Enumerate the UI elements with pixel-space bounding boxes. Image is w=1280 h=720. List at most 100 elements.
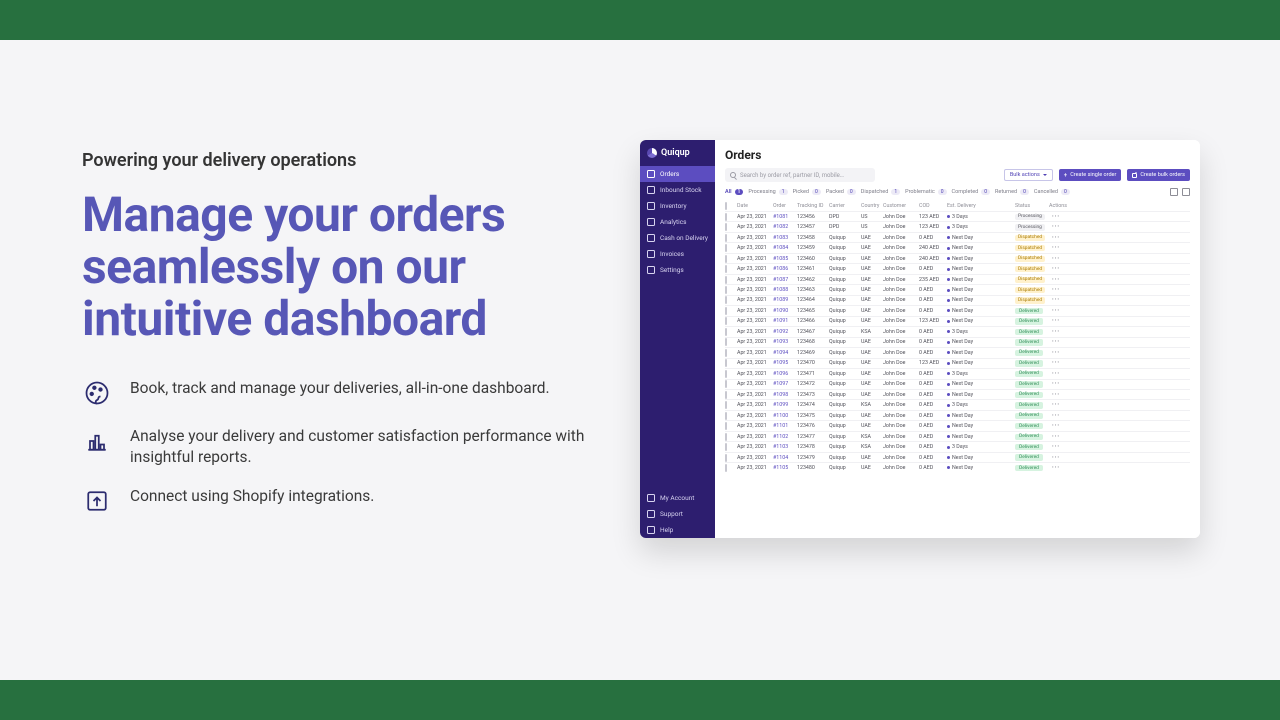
table-row[interactable]: Apr 23, 2021#1101123476QuiqupUAEJohn Doe… — [725, 420, 1190, 430]
cell-order[interactable]: #1103 — [773, 444, 795, 450]
table-row[interactable]: Apr 23, 2021#1083123458QuiqupUAEJohn Doe… — [725, 232, 1190, 242]
tab-picked[interactable]: Picked0 — [793, 189, 821, 195]
row-actions[interactable]: ••• — [1049, 224, 1063, 230]
table-row[interactable]: Apr 23, 2021#1093123468QuiqupUAEJohn Doe… — [725, 337, 1190, 347]
cell-order[interactable]: #1099 — [773, 402, 795, 408]
tab-all[interactable]: All1 — [725, 189, 743, 195]
cell-order[interactable]: #1086 — [773, 266, 795, 272]
row-actions[interactable]: ••• — [1049, 277, 1063, 283]
cell-order[interactable]: #1100 — [773, 413, 795, 419]
cell-order[interactable]: #1088 — [773, 287, 795, 293]
checkbox[interactable] — [725, 401, 727, 409]
filter-icon[interactable] — [1182, 188, 1190, 196]
tab-problematic[interactable]: Problematic0 — [905, 189, 946, 195]
checkbox[interactable] — [725, 307, 727, 315]
sidebar-item-orders[interactable]: Orders — [640, 166, 715, 182]
cell-order[interactable]: #1105 — [773, 465, 795, 471]
row-actions[interactable]: ••• — [1049, 444, 1063, 450]
row-actions[interactable]: ••• — [1049, 392, 1063, 398]
sidebar-item-my-account[interactable]: My Account — [640, 490, 715, 506]
table-row[interactable]: Apr 23, 2021#1098123473QuiqupUAEJohn Doe… — [725, 389, 1190, 399]
row-actions[interactable]: ••• — [1049, 318, 1063, 324]
checkbox[interactable] — [725, 443, 727, 451]
row-actions[interactable]: ••• — [1049, 455, 1063, 461]
checkbox[interactable] — [725, 433, 727, 441]
cell-order[interactable]: #1091 — [773, 318, 795, 324]
cell-order[interactable]: #1085 — [773, 256, 795, 262]
table-row[interactable]: Apr 23, 2021#1095123470QuiqupUAEJohn Doe… — [725, 358, 1190, 368]
table-row[interactable]: Apr 23, 2021#1086123461QuiqupUAEJohn Doe… — [725, 263, 1190, 273]
checkbox[interactable] — [725, 391, 727, 399]
tab-completed[interactable]: Completed0 — [952, 189, 991, 195]
checkbox[interactable] — [725, 454, 727, 462]
search-input[interactable]: Search by order ref, partner ID, mobile… — [725, 168, 875, 182]
checkbox[interactable] — [725, 223, 727, 231]
cell-order[interactable]: #1095 — [773, 360, 795, 366]
table-row[interactable]: Apr 23, 2021#1085123460QuiqupUAEJohn Doe… — [725, 253, 1190, 263]
row-actions[interactable]: ••• — [1049, 245, 1063, 251]
table-row[interactable]: Apr 23, 2021#1088123463QuiqupUAEJohn Doe… — [725, 284, 1190, 294]
row-actions[interactable]: ••• — [1049, 434, 1063, 440]
row-actions[interactable]: ••• — [1049, 371, 1063, 377]
sidebar-item-inventory[interactable]: Inventory — [640, 198, 715, 214]
checkbox[interactable] — [725, 317, 727, 325]
checkbox[interactable] — [725, 349, 727, 357]
cell-order[interactable]: #1098 — [773, 392, 795, 398]
tab-processing[interactable]: Processing1 — [748, 189, 787, 195]
row-actions[interactable]: ••• — [1049, 297, 1063, 303]
checkbox[interactable] — [725, 255, 727, 263]
table-row[interactable]: Apr 23, 2021#1090123465QuiqupUAEJohn Doe… — [725, 305, 1190, 315]
checkbox[interactable] — [725, 296, 727, 304]
table-row[interactable]: Apr 23, 2021#1096123471QuiqupUAEJohn Doe… — [725, 368, 1190, 378]
table-row[interactable]: Apr 23, 2021#1102123477QuiqupKSAJohn Doe… — [725, 431, 1190, 441]
cell-order[interactable]: #1092 — [773, 329, 795, 335]
checkbox[interactable] — [725, 213, 727, 221]
table-row[interactable]: Apr 23, 2021#1092123467QuiqupKSAJohn Doe… — [725, 326, 1190, 336]
row-actions[interactable]: ••• — [1049, 423, 1063, 429]
table-row[interactable]: Apr 23, 2021#1091123466QuiqupUAEJohn Doe… — [725, 316, 1190, 326]
cell-order[interactable]: #1083 — [773, 235, 795, 241]
checkbox[interactable] — [725, 202, 727, 210]
row-actions[interactable]: ••• — [1049, 381, 1063, 387]
table-row[interactable]: Apr 23, 2021#1081123456DPDUSJohn Doe123 … — [725, 211, 1190, 221]
sidebar-item-settings[interactable]: Settings — [640, 262, 715, 278]
cell-order[interactable]: #1089 — [773, 297, 795, 303]
table-row[interactable]: Apr 23, 2021#1082123457DPDUSJohn Doe123 … — [725, 221, 1190, 231]
cell-order[interactable]: #1101 — [773, 423, 795, 429]
checkbox[interactable] — [725, 422, 727, 430]
table-row[interactable]: Apr 23, 2021#1099123474QuiqupKSAJohn Doe… — [725, 399, 1190, 409]
row-actions[interactable]: ••• — [1049, 402, 1063, 408]
sidebar-item-invoices[interactable]: Invoices — [640, 246, 715, 262]
cell-order[interactable]: #1087 — [773, 277, 795, 283]
row-actions[interactable]: ••• — [1049, 413, 1063, 419]
table-row[interactable]: Apr 23, 2021#1103123478QuiqupKSAJohn Doe… — [725, 441, 1190, 451]
checkbox[interactable] — [725, 328, 727, 336]
table-row[interactable]: Apr 23, 2021#1104123479QuiqupUAEJohn Doe… — [725, 452, 1190, 462]
row-actions[interactable]: ••• — [1049, 360, 1063, 366]
checkbox[interactable] — [725, 338, 727, 346]
create-bulk-orders-button[interactable]: Create bulk orders — [1127, 169, 1190, 181]
row-actions[interactable]: ••• — [1049, 266, 1063, 272]
table-row[interactable]: Apr 23, 2021#1097123472QuiqupUAEJohn Doe… — [725, 379, 1190, 389]
row-actions[interactable]: ••• — [1049, 214, 1063, 220]
sidebar-item-inbound-stock[interactable]: Inbound Stock — [640, 182, 715, 198]
cell-order[interactable]: #1104 — [773, 455, 795, 461]
row-actions[interactable]: ••• — [1049, 287, 1063, 293]
checkbox[interactable] — [725, 464, 727, 472]
table-row[interactable]: Apr 23, 2021#1094123469QuiqupUAEJohn Doe… — [725, 347, 1190, 357]
create-single-order-button[interactable]: + Create single order — [1059, 169, 1122, 181]
cell-order[interactable]: #1102 — [773, 434, 795, 440]
checkbox[interactable] — [725, 265, 727, 273]
row-actions[interactable]: ••• — [1049, 339, 1063, 345]
table-row[interactable]: Apr 23, 2021#1105123480QuiqupUAEJohn Doe… — [725, 462, 1190, 472]
cell-order[interactable]: #1093 — [773, 339, 795, 345]
sidebar-item-cash-on-delivery[interactable]: Cash on Delivery — [640, 230, 715, 246]
cell-order[interactable]: #1090 — [773, 308, 795, 314]
bulk-actions-button[interactable]: Bulk actions — [1004, 169, 1053, 181]
row-actions[interactable]: ••• — [1049, 465, 1063, 471]
table-row[interactable]: Apr 23, 2021#1084123459QuiqupUAEJohn Doe… — [725, 242, 1190, 252]
tab-cancelled[interactable]: Cancelled0 — [1034, 189, 1070, 195]
cell-order[interactable]: #1084 — [773, 245, 795, 251]
cell-order[interactable]: #1081 — [773, 214, 795, 220]
row-actions[interactable]: ••• — [1049, 350, 1063, 356]
